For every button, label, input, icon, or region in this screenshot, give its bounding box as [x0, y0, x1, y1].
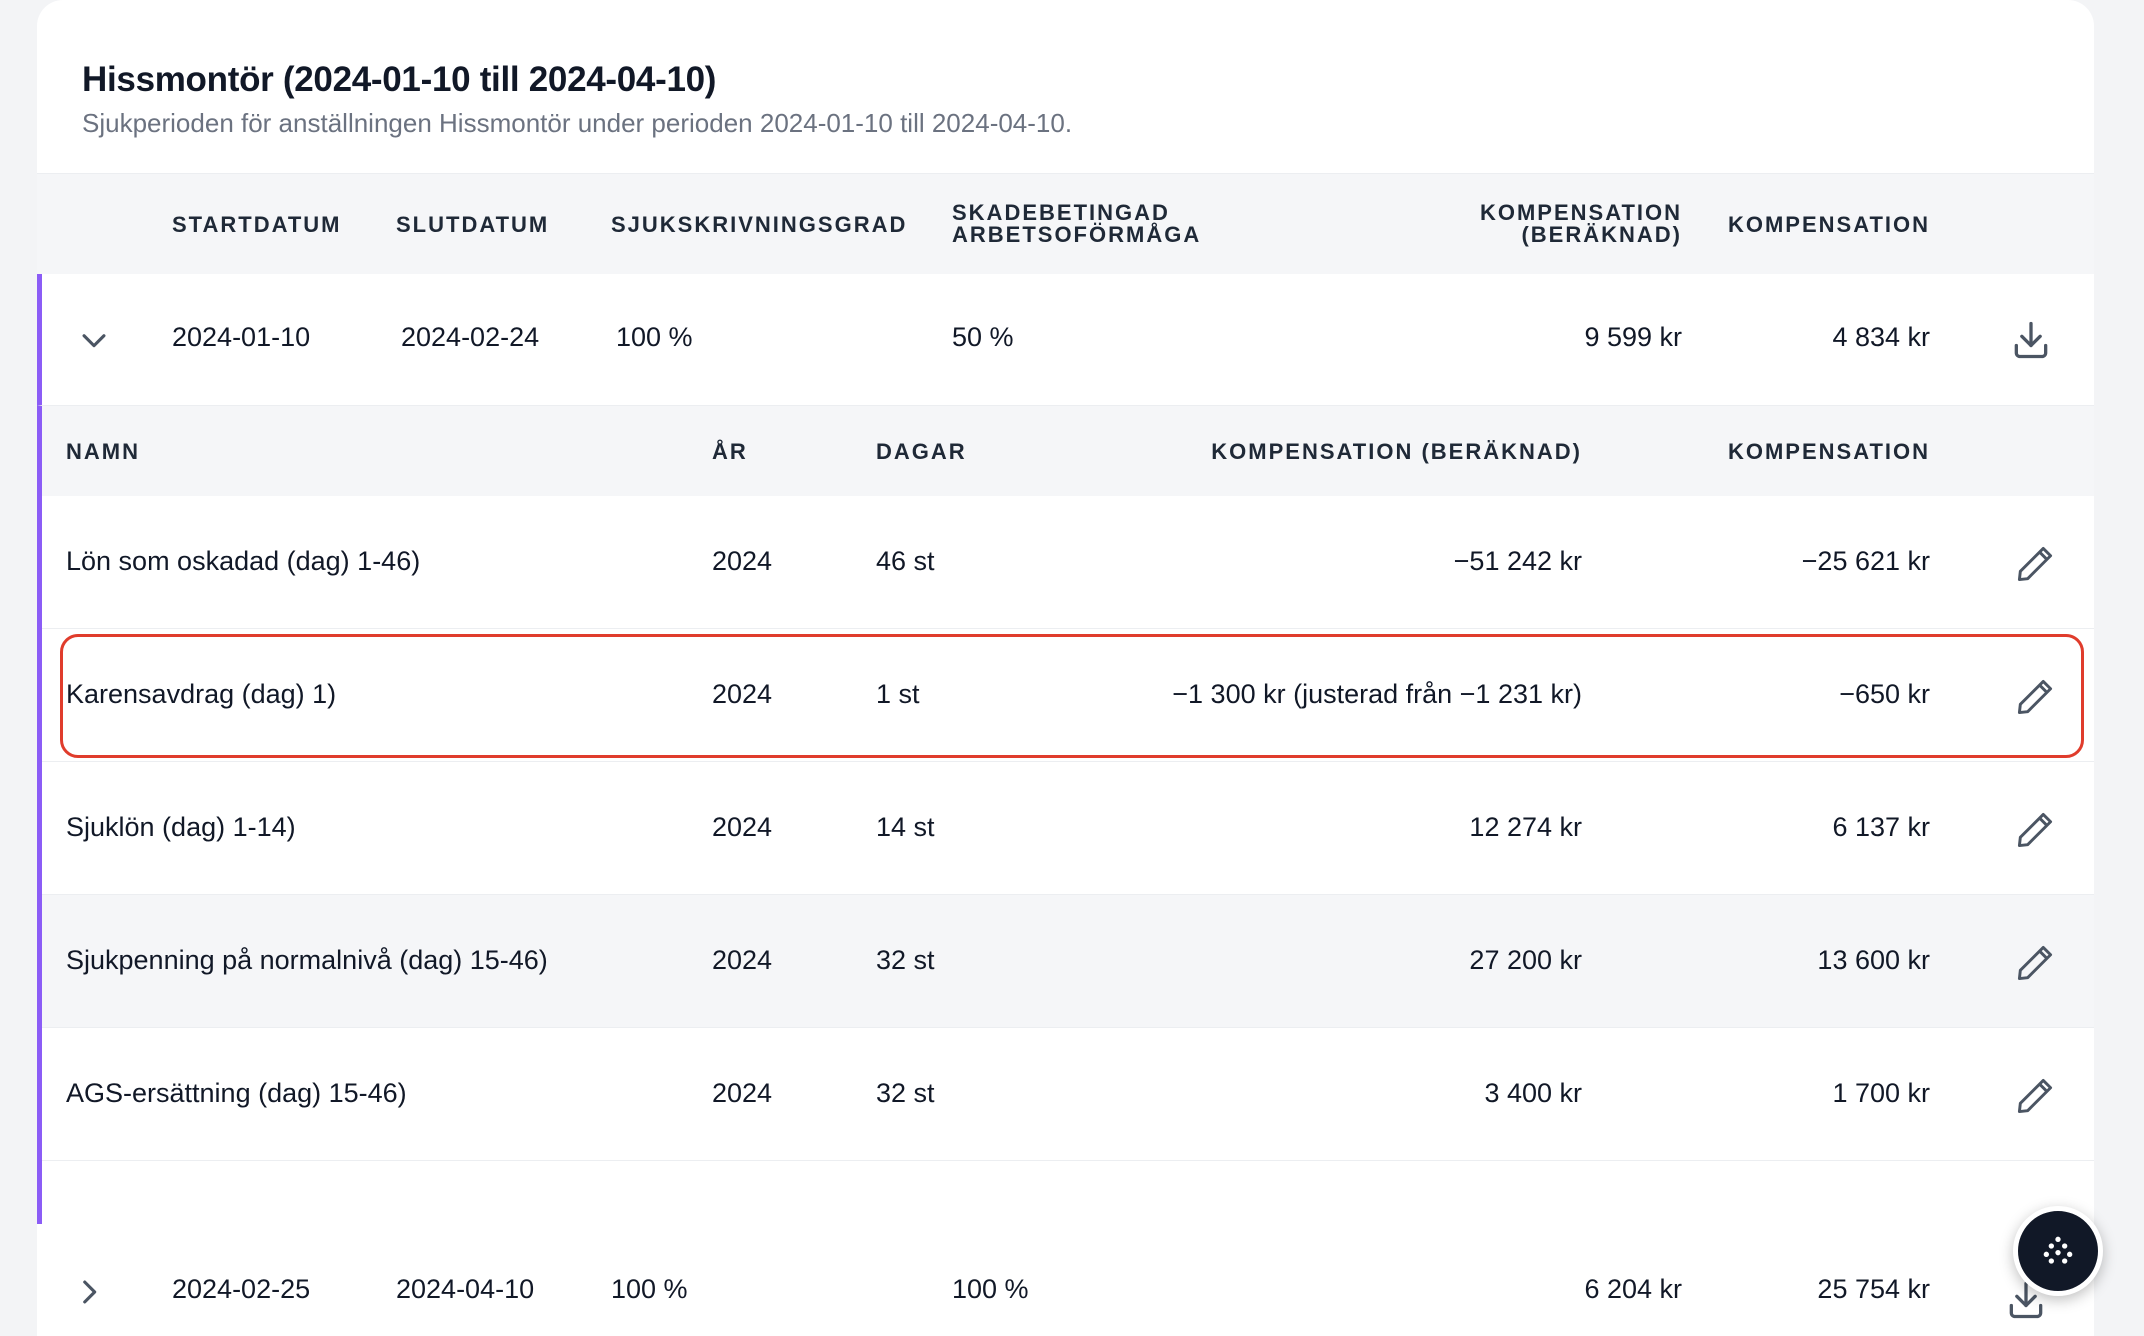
- detail-compensation-calculated: −1 300 kr (justerad från −1 231 kr): [1172, 679, 1582, 709]
- detail-days: 32 st: [876, 1078, 935, 1108]
- detail-name: Sjukpenning på normalnivå (dag) 15-46): [66, 945, 548, 975]
- card-header: Hissmontör (2024-01-10 till 2024-04-10) …: [82, 60, 2049, 139]
- detail-year: 2024: [712, 945, 773, 975]
- column-work-ability-line-2: ARBETSOFÖRMÅGA: [952, 222, 1202, 247]
- detail-compensation-calculated: 3 400 kr: [1484, 1078, 1582, 1108]
- detail-days: 32 st: [876, 945, 935, 975]
- detail-compensation: −650 kr: [1839, 679, 1930, 709]
- pencil-icon[interactable]: [2011, 939, 2059, 987]
- period-work-ability: 100 %: [952, 1274, 1029, 1304]
- period-compensation: 25 754 kr: [1817, 1274, 1930, 1304]
- detail-name: Lön som oskadad (dag) 1-46): [66, 546, 421, 576]
- detail-name: Sjuklön (dag) 1-14): [66, 812, 296, 842]
- detail-compensation: 6 137 kr: [1832, 812, 1930, 842]
- detail-row: AGS-ersättning (dag) 15-46) 2024 32 st 3…: [42, 1028, 2094, 1161]
- period-compensation-calculated: 6 204 kr: [1584, 1274, 1682, 1304]
- detail-days: 1 st: [876, 679, 920, 709]
- detail-days: 14 st: [876, 812, 935, 842]
- column-work-ability[interactable]: SKADEBETINGAD ARBETSOFÖRMÅGA: [952, 202, 1201, 246]
- periods-table-header: STARTDATUM SLUTDATUM SJUKSKRIVNINGSGRAD …: [37, 173, 2094, 274]
- page-subtitle: Sjukperioden för anställningen Hissmontö…: [82, 108, 1073, 138]
- detail-column-compensation-calculated[interactable]: KOMPENSATION (BERÄKNAD): [1211, 441, 1582, 463]
- detail-table-header: NAMN ÅR DAGAR KOMPENSATION (BERÄKNAD) KO…: [42, 406, 2094, 496]
- pencil-icon[interactable]: [2011, 1072, 2059, 1120]
- period-detail-table: NAMN ÅR DAGAR KOMPENSATION (BERÄKNAD) KO…: [37, 406, 2094, 1224]
- detail-year: 2024: [712, 812, 773, 842]
- detail-name: Karensavdrag (dag) 1): [66, 679, 337, 709]
- column-end-date[interactable]: SLUTDATUM: [396, 214, 549, 236]
- detail-compensation: −25 621 kr: [1801, 546, 1930, 576]
- column-sick-degree[interactable]: SJUKSKRIVNINGSGRAD: [611, 214, 907, 236]
- column-compensation-calculated[interactable]: KOMPENSATION (BERÄKNAD): [1480, 202, 1682, 246]
- detail-year: 2024: [712, 679, 773, 709]
- pencil-icon[interactable]: [2011, 806, 2059, 854]
- detail-compensation-calculated: 12 274 kr: [1469, 812, 1582, 842]
- grid-dots-icon: [2043, 1236, 2073, 1264]
- detail-column-year[interactable]: ÅR: [712, 441, 748, 463]
- period-compensation-calculated: 9 599 kr: [1584, 322, 1682, 352]
- detail-year: 2024: [712, 1078, 773, 1108]
- period-row[interactable]: 2024-02-25 2024-04-10 100 % 100 % 6 204 …: [37, 1224, 2094, 1336]
- detail-column-days[interactable]: DAGAR: [876, 441, 967, 463]
- detail-row: Lön som oskadad (dag) 1-46) 2024 46 st −…: [42, 496, 2094, 629]
- detail-row: Karensavdrag (dag) 1) 2024 1 st −1 300 k…: [42, 629, 2094, 762]
- detail-column-compensation[interactable]: KOMPENSATION: [1728, 441, 1930, 463]
- column-start-date[interactable]: STARTDATUM: [172, 214, 342, 236]
- column-work-ability-line-1: SKADEBETINGAD: [952, 200, 1170, 225]
- period-end-date: 2024-02-24: [401, 322, 540, 352]
- pencil-icon[interactable]: [2011, 540, 2059, 588]
- detail-column-name[interactable]: NAMN: [66, 441, 140, 463]
- download-icon[interactable]: [2007, 316, 2055, 364]
- chevron-down-icon[interactable]: [70, 316, 118, 364]
- detail-compensation: 13 600 kr: [1817, 945, 1930, 975]
- detail-row: Sjukpenning på normalnivå (dag) 15-46) 2…: [42, 895, 2094, 1028]
- period-work-ability: 50 %: [952, 322, 1014, 352]
- detail-row: Sjuklön (dag) 1-14) 2024 14 st 12 274 kr…: [42, 762, 2094, 895]
- period-row[interactable]: 2024-01-10 2024-02-24 100 % 50 % 9 599 k…: [37, 274, 2094, 406]
- column-compensation[interactable]: KOMPENSATION: [1728, 214, 1930, 236]
- page-title: Hissmontör (2024-01-10 till 2024-04-10): [82, 60, 717, 99]
- detail-compensation-calculated: 27 200 kr: [1469, 945, 1582, 975]
- detail-compensation: 1 700 kr: [1832, 1078, 1930, 1108]
- detail-year: 2024: [712, 546, 773, 576]
- sick-period-card: Hissmontör (2024-01-10 till 2024-04-10) …: [37, 0, 2094, 1336]
- chevron-right-icon[interactable]: [65, 1268, 113, 1316]
- period-start-date: 2024-02-25: [172, 1274, 311, 1304]
- floating-action-button[interactable]: [2013, 1206, 2103, 1296]
- period-sick-degree: 100 %: [611, 1274, 688, 1304]
- period-start-date: 2024-01-10: [172, 322, 311, 352]
- detail-days: 46 st: [876, 546, 935, 576]
- detail-compensation-calculated: −51 242 kr: [1453, 546, 1582, 576]
- period-end-date: 2024-04-10: [396, 1274, 535, 1304]
- period-sick-degree: 100 %: [616, 322, 693, 352]
- period-compensation: 4 834 kr: [1832, 322, 1930, 352]
- column-compensation-calculated-line-2: (BERÄKNAD): [1521, 222, 1682, 247]
- detail-name: AGS-ersättning (dag) 15-46): [66, 1078, 407, 1108]
- column-compensation-calculated-line-1: KOMPENSATION: [1479, 200, 1682, 225]
- pencil-icon[interactable]: [2011, 673, 2059, 721]
